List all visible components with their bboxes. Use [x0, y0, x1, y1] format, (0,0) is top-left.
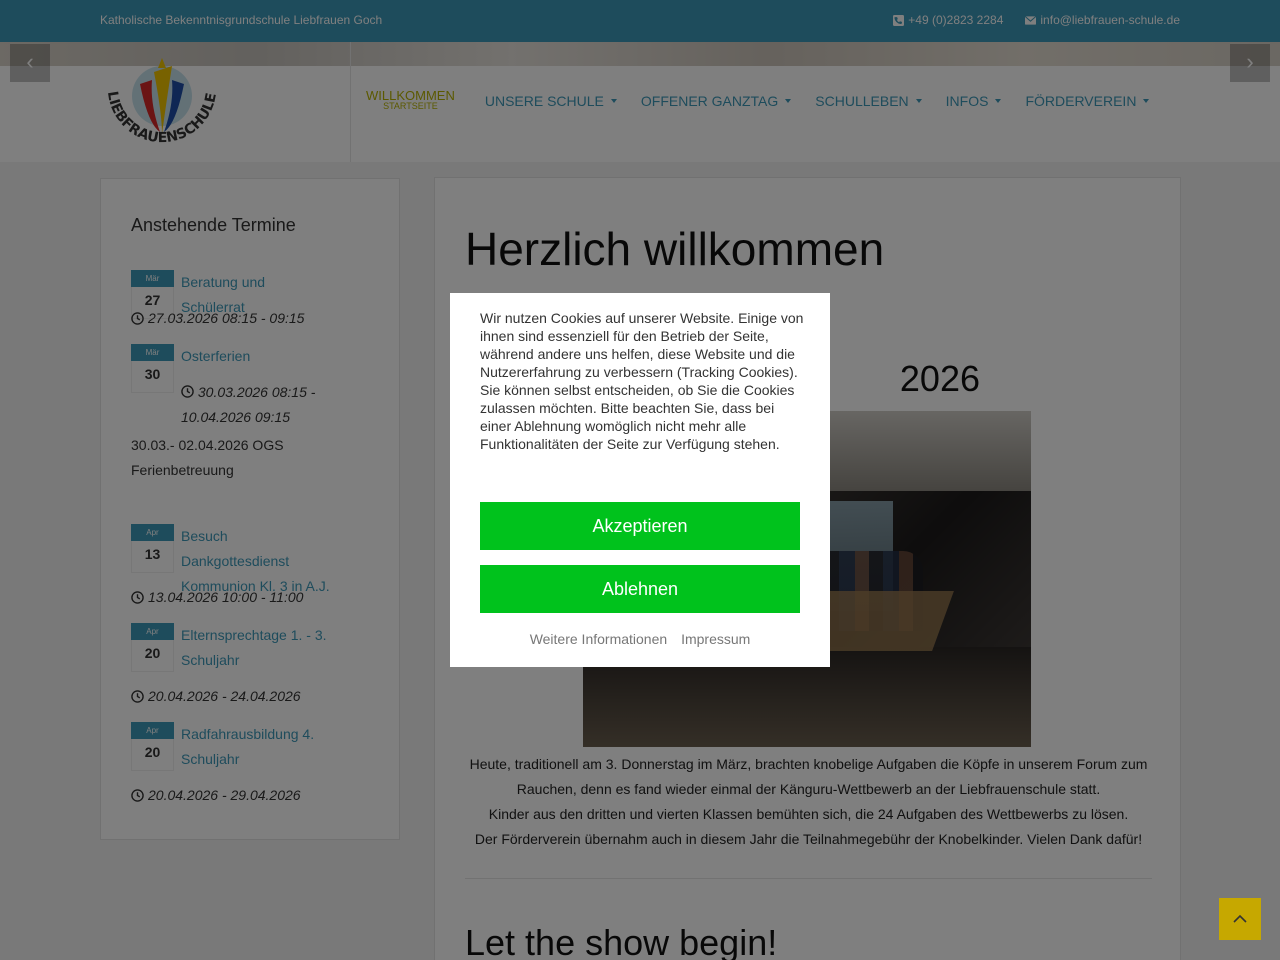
more-info-link[interactable]: Weitere Informationen: [530, 631, 667, 647]
decline-cookies-button[interactable]: Ablehnen: [480, 565, 800, 613]
cookie-message: Wir nutzen Cookies auf unserer Website. …: [480, 310, 804, 452]
imprint-link[interactable]: Impressum: [681, 631, 750, 647]
cookie-consent-dialog: Wir nutzen Cookies auf unserer Website. …: [450, 293, 830, 667]
cookie-links: Weitere Informationen Impressum: [450, 631, 830, 647]
back-to-top-button[interactable]: [1219, 898, 1261, 940]
accept-cookies-button[interactable]: Akzeptieren: [480, 502, 800, 550]
chevron-up-icon: [1233, 914, 1247, 923]
